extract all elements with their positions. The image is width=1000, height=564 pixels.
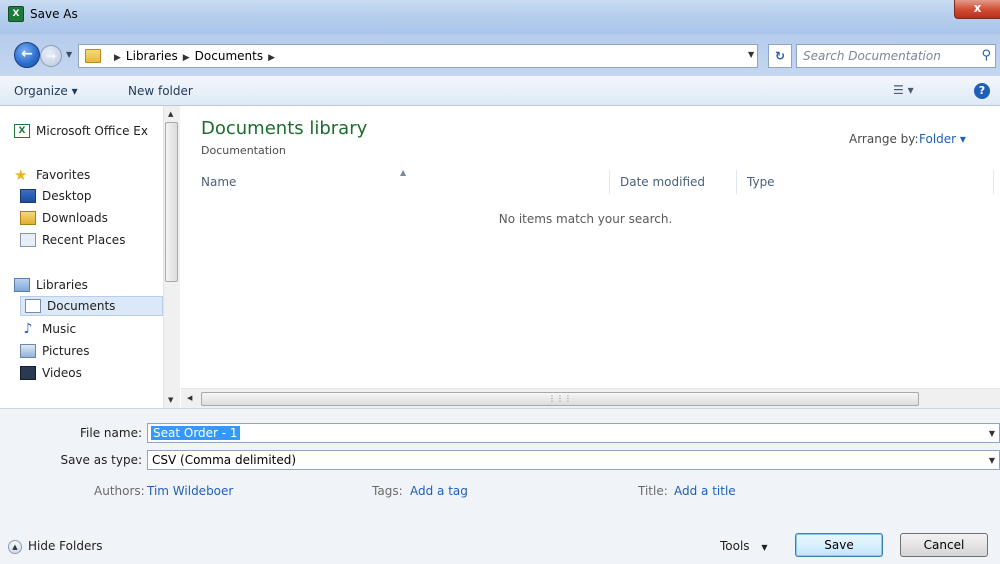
authors-label: Authors:: [94, 484, 145, 498]
organize-button[interactable]: Organize ▾: [14, 84, 78, 98]
file-name-field[interactable]: Seat Order - 1 ▼: [147, 423, 1000, 443]
save-as-type-label: Save as type:: [60, 453, 142, 467]
horizontal-scrollbar[interactable]: ◀ ⋮⋮⋮: [181, 388, 1000, 408]
tags-label: Tags:: [372, 484, 403, 498]
title-label: Title:: [638, 484, 668, 498]
empty-state-message: No items match your search.: [498, 212, 673, 226]
pictures-icon: [20, 344, 36, 358]
window-title: Save As: [30, 7, 78, 21]
nav-pane-scroll-thumb[interactable]: [165, 122, 178, 282]
nav-item-favorites[interactable]: ★ Favorites: [14, 165, 90, 185]
navigation-row: ← → ▼ ▶ Libraries ▶ Documents ▶ ▼ ↻ ⚲: [0, 34, 1000, 76]
save-as-type-chevron-down-icon[interactable]: ▼: [989, 456, 995, 465]
nav-item-label: Desktop: [42, 189, 92, 203]
column-divider[interactable]: [993, 170, 994, 194]
music-note-icon: ♪: [23, 321, 33, 337]
nav-item-label: Pictures: [42, 344, 90, 358]
save-options-form: File name: Seat Order - 1 ▼ Save as type…: [0, 408, 1000, 564]
search-box[interactable]: ⚲: [796, 44, 996, 68]
save-button[interactable]: Save: [795, 533, 883, 557]
desktop-icon: [20, 189, 36, 203]
library-title: Documents library: [201, 118, 368, 139]
star-icon: ★: [14, 166, 28, 184]
command-bar: Organize ▾ New folder ☰ ▾ ?: [0, 76, 1000, 106]
nav-item-videos[interactable]: Videos: [20, 363, 82, 383]
nav-item-music[interactable]: ♪ Music: [20, 319, 77, 339]
libraries-icon: [14, 278, 30, 292]
breadcrumb-separator-icon: ▶: [268, 53, 276, 63]
file-name-chevron-down-icon[interactable]: ▼: [989, 429, 995, 438]
tools-label: Tools: [720, 539, 750, 553]
navigation-pane: X Microsoft Office Ex ★ Favorites Desktop …: [0, 106, 180, 408]
tags-value[interactable]: Add a tag: [410, 484, 468, 498]
search-input[interactable]: [803, 48, 973, 64]
arrange-by-label: Arrange by:: [849, 132, 919, 146]
breadcrumb-separator-icon: ▶: [182, 53, 190, 63]
back-button[interactable]: ←: [14, 42, 40, 68]
new-folder-button[interactable]: New folder: [128, 84, 193, 98]
change-view-icon[interactable]: ☰ ▾: [893, 83, 914, 97]
breadcrumb: ▶ Libraries ▶ Documents ▶: [109, 49, 280, 63]
hide-folders-button[interactable]: Hide Folders: [28, 539, 103, 553]
library-subtitle: Documentation: [201, 144, 286, 157]
nav-item-label: Videos: [42, 366, 82, 380]
scroll-down-icon[interactable]: ▼: [168, 396, 173, 404]
column-header-name[interactable]: Name: [201, 175, 236, 189]
refresh-button[interactable]: ↻: [768, 44, 792, 68]
save-as-type-value: CSV (Comma delimited): [152, 453, 297, 467]
address-bar[interactable]: ▶ Libraries ▶ Documents ▶: [78, 44, 758, 68]
breadcrumb-separator-icon: ▶: [114, 53, 121, 63]
file-list-pane: Documents library Documentation Arrange …: [181, 106, 1000, 408]
address-history-chevron-down-icon[interactable]: ▼: [748, 50, 754, 59]
nav-item-documents[interactable]: Documents: [20, 296, 163, 316]
save-as-type-select[interactable]: CSV (Comma delimited) ▼: [147, 450, 1000, 470]
nav-item-recent-places[interactable]: Recent Places: [20, 230, 125, 250]
scroll-up-icon[interactable]: ▲: [168, 110, 173, 118]
nav-item-desktop[interactable]: Desktop: [20, 186, 92, 206]
file-name-value[interactable]: Seat Order - 1: [151, 426, 240, 440]
folder-icon: [85, 49, 101, 63]
forward-button[interactable]: →: [40, 45, 62, 67]
nav-item-label: Downloads: [42, 211, 108, 225]
hide-folders-chevron-up-icon[interactable]: ▲: [8, 540, 22, 554]
column-header-date-modified[interactable]: Date modified: [620, 175, 705, 189]
recent-places-icon: [20, 233, 36, 247]
nav-item-label: Music: [42, 322, 77, 336]
scroll-left-icon[interactable]: ◀: [187, 394, 192, 402]
videos-icon: [20, 366, 36, 380]
tools-chevron-down-icon: ▼: [761, 543, 768, 552]
excel-app-icon: X: [8, 6, 24, 22]
column-divider[interactable]: [609, 170, 610, 194]
nav-item-label: Microsoft Office Ex: [36, 124, 148, 138]
authors-value[interactable]: Tim Wildeboer: [147, 484, 233, 498]
document-icon: [25, 299, 41, 313]
nav-item-label: Documents: [47, 299, 116, 313]
nav-item-downloads[interactable]: Downloads: [20, 208, 108, 228]
breadcrumb-libraries[interactable]: Libraries: [126, 49, 178, 63]
help-icon[interactable]: ?: [974, 83, 990, 99]
nav-item-label: Favorites: [36, 168, 91, 182]
nav-item-label: Libraries: [36, 278, 88, 292]
arrange-by-dropdown[interactable]: Folder ▾: [919, 132, 966, 146]
search-icon[interactable]: ⚲: [981, 48, 991, 63]
tools-menu[interactable]: Tools ▼: [720, 539, 768, 553]
close-button[interactable]: x: [954, 0, 1000, 19]
title-bar: X Save As x: [0, 0, 1000, 34]
column-divider[interactable]: [736, 170, 737, 194]
nav-item-microsoft-office-excel[interactable]: X Microsoft Office Ex: [14, 121, 148, 141]
breadcrumb-documents[interactable]: Documents: [195, 49, 263, 63]
nav-item-label: Recent Places: [42, 233, 126, 247]
file-name-label: File name:: [80, 426, 142, 440]
title-value[interactable]: Add a title: [674, 484, 736, 498]
downloads-icon: [20, 211, 36, 225]
column-header-type[interactable]: Type: [747, 175, 775, 189]
recent-pages-chevron-down-icon[interactable]: ▼: [66, 50, 72, 59]
excel-icon: X: [14, 124, 30, 138]
horizontal-scroll-thumb[interactable]: ⋮⋮⋮: [201, 392, 919, 406]
cancel-button[interactable]: Cancel: [900, 533, 988, 557]
sort-ascending-icon: ▲: [400, 168, 407, 177]
nav-item-pictures[interactable]: Pictures: [20, 341, 90, 361]
nav-item-libraries[interactable]: Libraries: [14, 275, 88, 295]
